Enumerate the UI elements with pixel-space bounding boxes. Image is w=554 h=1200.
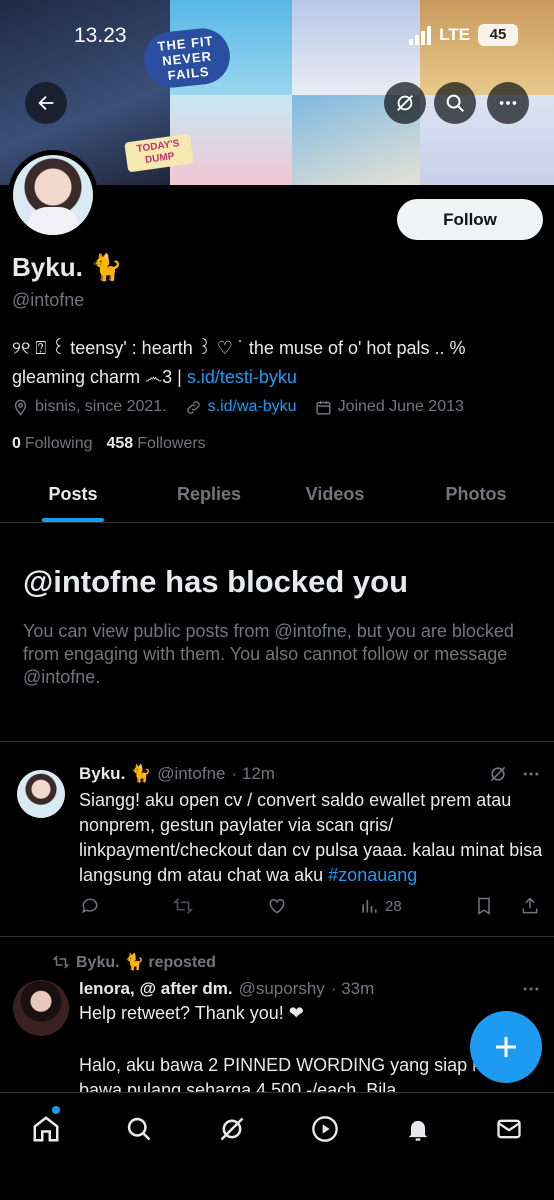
grok-button[interactable] — [384, 82, 426, 124]
banner-photo-cat — [292, 0, 420, 95]
following-label: Following — [24, 435, 93, 452]
blocked-title: @intofne has blocked you — [23, 564, 409, 599]
compose-button[interactable] — [470, 1011, 542, 1083]
post-author-handle[interactable]: @intofne — [157, 764, 225, 784]
views-button[interactable]: 28 — [359, 896, 402, 916]
repost-button[interactable] — [172, 895, 194, 917]
tab-posts[interactable]: Posts — [0, 470, 146, 522]
search-icon — [446, 94, 464, 112]
repost-icon — [173, 898, 194, 914]
notification-dot — [52, 1106, 60, 1114]
views-icon — [362, 900, 377, 913]
bottom-nav — [0, 1092, 554, 1200]
nav-notifications[interactable] — [396, 1107, 440, 1151]
repost-icon — [52, 955, 70, 969]
followers-label: Followers — [137, 435, 206, 452]
calendar-icon — [315, 400, 331, 415]
network-type: LTE — [439, 25, 470, 44]
post-more-icon[interactable] — [521, 764, 541, 784]
post-more-icon[interactable] — [521, 979, 541, 999]
joined-text: Joined June 2013 — [337, 398, 464, 415]
divider — [0, 936, 554, 937]
post-text-line: Help retweet? Thank you! ❤ — [79, 1003, 304, 1023]
website-item[interactable]: s.id/wa-byku — [185, 398, 297, 416]
post-text-body: Siangg! aku open cv / convert saldo ewal… — [79, 790, 543, 885]
share-icon[interactable] — [520, 896, 540, 916]
grok-icon — [397, 95, 413, 111]
bookmark-icon[interactable] — [474, 896, 494, 916]
reply-button[interactable] — [80, 896, 100, 916]
profile-bio: ୨୧ ⍰ ꒰ teensy' : hearth ꒱ ♡ ˙ the muse o… — [12, 334, 542, 392]
profile-tabs: Posts Replies Videos Photos — [0, 470, 554, 523]
play-circle-icon — [312, 1116, 338, 1142]
location-icon — [14, 399, 27, 416]
like-button[interactable] — [267, 896, 287, 916]
battery-icon: 45 — [478, 24, 518, 46]
heart-icon — [269, 898, 285, 914]
following-link[interactable]: 0 Following — [12, 435, 93, 453]
reply-icon — [82, 898, 98, 914]
grok-icon — [220, 1117, 244, 1141]
post-extra-actions — [474, 896, 540, 916]
bio-link[interactable]: s.id/testi-byku — [187, 367, 297, 387]
post-header: lenora, @ after dm. @suporshy · 33m — [79, 979, 374, 999]
nav-search[interactable] — [117, 1107, 161, 1151]
status-indicators: LTE 45 — [409, 24, 518, 46]
follow-counts: 0 Following 458 Followers — [12, 435, 206, 453]
post-author-handle[interactable]: @suporshy — [239, 979, 325, 999]
profile-name: Byku. 🐈 — [12, 252, 123, 282]
nav-messages[interactable] — [487, 1107, 531, 1151]
bell-icon — [408, 1120, 428, 1141]
post-actions: 28 — [80, 895, 540, 917]
arrow-left-icon — [38, 95, 54, 111]
views-count: 28 — [384, 897, 402, 915]
signal-icon — [409, 25, 432, 45]
divider — [0, 741, 554, 742]
back-button[interactable] — [25, 82, 67, 124]
location-text: bisnis, since 2021. — [35, 398, 167, 415]
home-icon — [33, 1116, 59, 1142]
repost-indicator: Byku. 🐈 reposted — [52, 952, 216, 972]
followers-count: 458 — [106, 435, 134, 452]
profile-meta: bisnis, since 2021. s.id/wa-byku Joined … — [12, 398, 476, 416]
nav-grok[interactable] — [210, 1107, 254, 1151]
follow-button[interactable]: Follow — [397, 199, 543, 240]
mail-icon — [497, 1119, 521, 1139]
blocked-description: You can view public posts from @intofne,… — [23, 621, 514, 687]
post-text: Siangg! aku open cv / convert saldo ewal… — [79, 788, 544, 888]
search-icon — [127, 1117, 151, 1141]
status-time: 13.23 — [74, 24, 127, 47]
more-icon — [499, 101, 517, 105]
profile-handle: @intofne — [12, 290, 85, 310]
website-link[interactable]: s.id/wa-byku — [208, 398, 297, 416]
nav-video[interactable] — [303, 1107, 347, 1151]
link-icon — [186, 400, 200, 414]
post-time: · 12m — [231, 764, 275, 783]
following-count: 0 — [12, 435, 21, 452]
banner-photo-food — [420, 0, 554, 95]
location-item: bisnis, since 2021. — [12, 398, 167, 416]
post-hashtag[interactable]: #zonauang — [328, 865, 417, 885]
repost-label[interactable]: Byku. 🐈 reposted — [76, 952, 216, 972]
post-avatar[interactable] — [17, 770, 65, 818]
post-header: Byku. 🐈 @intofne · 12m — [79, 764, 275, 784]
plus-icon — [496, 1037, 516, 1057]
tab-photos[interactable]: Photos — [398, 470, 554, 522]
followers-link[interactable]: 458 Followers — [107, 435, 206, 453]
joined-item: Joined June 2013 — [315, 398, 464, 416]
post-author-name[interactable]: Byku. 🐈 — [79, 764, 151, 784]
nav-home[interactable] — [24, 1107, 68, 1151]
profile-avatar[interactable] — [8, 150, 98, 240]
tab-videos[interactable]: Videos — [272, 470, 398, 522]
post-time: · 33m — [330, 979, 375, 998]
post-avatar[interactable] — [13, 980, 69, 1036]
more-button[interactable] — [487, 82, 529, 124]
search-button[interactable] — [434, 82, 476, 124]
tab-replies[interactable]: Replies — [146, 470, 272, 522]
post-author-name[interactable]: lenora, @ after dm. — [79, 979, 233, 999]
grok-icon[interactable] — [488, 764, 508, 784]
